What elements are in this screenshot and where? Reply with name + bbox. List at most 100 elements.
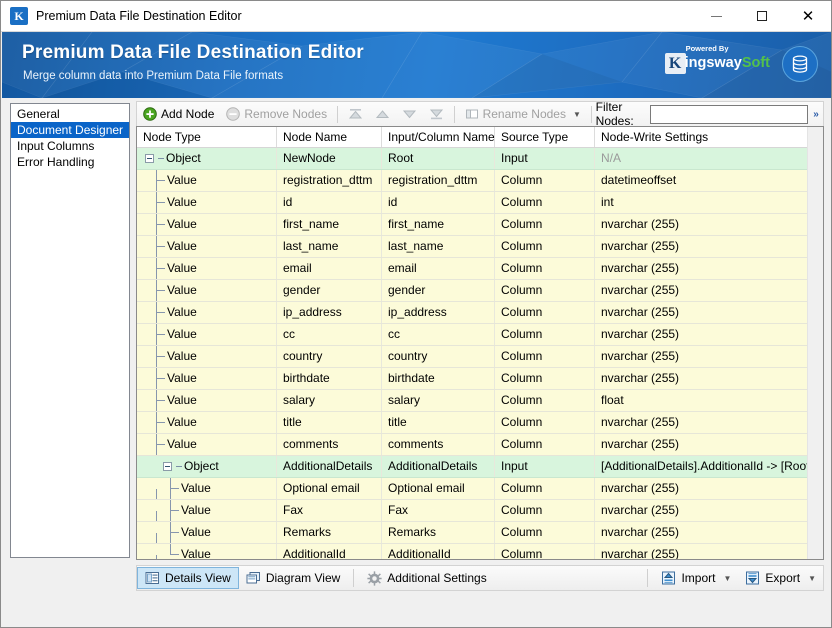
table-row[interactable]: Value Optional email Optional email Column n… (137, 478, 823, 500)
table-row[interactable]: Value ip_address ip_address Column nvarchar … (137, 302, 823, 324)
collapse-expander-icon[interactable] (145, 154, 154, 163)
close-icon[interactable]: ✕ (785, 1, 831, 32)
window-controls: ✕ (693, 1, 831, 32)
table-row[interactable]: Value comments comments Column nvarchar (255… (137, 434, 823, 456)
node-type-label: Value (167, 239, 197, 253)
viewbar-separator-1 (353, 569, 355, 587)
rename-nodes-label: Rename Nodes (482, 107, 566, 121)
cell-source-type: Column (495, 324, 595, 345)
tree-branch-icon (167, 500, 181, 521)
editor-window: K Premium Data File Destination Editor ✕ (0, 0, 832, 628)
table-row[interactable]: Value id id Column int (137, 192, 823, 214)
document-designer-panel: Add Node Remove Nodes Rename Nodes ▼ Fil… (136, 100, 824, 561)
brand-name-soft: Soft (741, 55, 770, 71)
minimize-button[interactable] (693, 1, 739, 32)
cell-node-write-settings: nvarchar (255) (601, 547, 680, 560)
column-header-input-column-name[interactable]: Input/Column Name (382, 127, 495, 147)
cell-node-write-settings: nvarchar (255) (601, 371, 680, 385)
cell-node-write-settings: nvarchar (255) (601, 239, 680, 253)
sidebar-item-general[interactable]: General (11, 106, 129, 122)
filter-nodes-input[interactable] (650, 104, 809, 124)
move-up-icon (375, 110, 389, 118)
powered-by-label: Powered By (685, 44, 729, 53)
cell-node-type: Value (137, 368, 277, 389)
table-row[interactable]: Value AdditionalId AdditionalId Column nvarc… (137, 544, 823, 560)
table-row[interactable]: Value Fax Fax Column nvarchar (255) (137, 500, 823, 522)
rename-icon (465, 109, 478, 119)
node-type-label: Value (167, 283, 197, 297)
table-row[interactable]: Value gender gender Column nvarchar (255) (137, 280, 823, 302)
table-row[interactable]: Value last_name last_name Column nvarchar (2… (137, 236, 823, 258)
tree-branch-icon (153, 258, 167, 279)
cell-input-column-name: email (382, 258, 495, 279)
table-row[interactable]: Value country country Column nvarchar (255) (137, 346, 823, 368)
cell-node-type: Value (137, 434, 277, 455)
table-row[interactable]: Object NewNode Root Input N/A (137, 148, 823, 170)
tree-branch-icon (167, 544, 181, 559)
cell-input-column-name: salary (382, 390, 495, 411)
tree-branch-icon (153, 412, 167, 433)
cell-node-write-settings: nvarchar (255) (601, 437, 680, 451)
rename-nodes-button[interactable]: Rename Nodes ▼ (459, 103, 587, 125)
cell-source-type: Column (495, 346, 595, 367)
column-header-node-name[interactable]: Node Name (277, 127, 382, 147)
additional-settings-button[interactable]: Additional Settings (360, 567, 493, 589)
node-type-label: Value (167, 393, 197, 407)
move-down-button[interactable] (396, 103, 423, 125)
sidebar-item-error-handling[interactable]: Error Handling (11, 154, 129, 170)
tree-branch-icon (153, 214, 167, 235)
node-type-label: Value (167, 349, 197, 363)
table-row[interactable]: Object AdditionalDetails AdditionalDetails… (137, 456, 823, 478)
table-row[interactable]: Value first_name first_name Column nvarchar … (137, 214, 823, 236)
chevron-down-icon: ▼ (572, 109, 581, 119)
cell-node-type: Object (137, 148, 277, 169)
grid-vertical-scrollbar[interactable] (807, 127, 823, 559)
cell-node-type: Value (137, 236, 277, 257)
sidebar-item-input-columns[interactable]: Input Columns (11, 138, 129, 154)
add-node-button[interactable]: Add Node (137, 103, 220, 125)
cell-node-type: Value (137, 192, 277, 213)
cell-node-write-settings: nvarchar (255) (601, 283, 680, 297)
collapse-expander-icon[interactable] (163, 462, 172, 471)
tab-details-view[interactable]: Details View (137, 567, 239, 589)
node-type-label: Value (167, 261, 197, 275)
cell-node-name: AdditionalId (277, 544, 382, 559)
tree-branch-icon (153, 280, 167, 301)
tree-branch-icon (153, 346, 167, 367)
table-row[interactable]: Value birthdate birthdate Column nvarchar (2… (137, 368, 823, 390)
sidebar-item-document-designer[interactable]: Document Designer (11, 122, 129, 138)
table-row[interactable]: Value email email Column nvarchar (255) (137, 258, 823, 280)
settings-nav-list[interactable]: General Document Designer Input Columns … (10, 103, 130, 558)
import-button[interactable]: Import ▼ (654, 567, 738, 589)
node-type-label: Value (181, 525, 211, 539)
column-header-node-write-settings[interactable]: Node-Write Settings (595, 127, 809, 147)
node-type-label: Value (167, 173, 197, 187)
maximize-button[interactable] (739, 1, 785, 32)
table-row[interactable]: Value Remarks Remarks Column nvarchar (255) (137, 522, 823, 544)
table-row[interactable]: Value cc cc Column nvarchar (255) (137, 324, 823, 346)
move-to-bottom-button[interactable] (423, 103, 450, 125)
column-header-node-type[interactable]: Node Type (137, 127, 277, 147)
title-bar: K Premium Data File Destination Editor ✕ (1, 1, 831, 32)
tab-diagram-view[interactable]: Diagram View (239, 567, 347, 589)
cell-input-column-name: birthdate (382, 368, 495, 389)
cell-node-write-settings: N/A (601, 151, 622, 165)
gear-icon (367, 570, 382, 586)
export-button[interactable]: Export ▼ (738, 567, 823, 589)
toolbar-overflow-icon[interactable]: » (810, 103, 822, 126)
table-row[interactable]: Value registration_dttm registration_dttm C… (137, 170, 823, 192)
move-to-top-button[interactable] (342, 103, 369, 125)
move-up-button[interactable] (369, 103, 396, 125)
table-row[interactable]: Value salary salary Column float (137, 390, 823, 412)
table-row[interactable]: Value title title Column nvarchar (255) (137, 412, 823, 434)
tree-branch-icon (167, 522, 181, 543)
node-toolbar: Add Node Remove Nodes Rename Nodes ▼ Fil… (136, 100, 824, 128)
cell-source-type: Column (495, 412, 595, 433)
cell-node-write-settings: nvarchar (255) (601, 415, 680, 429)
import-icon (662, 571, 676, 585)
remove-circle-icon (226, 107, 241, 121)
remove-nodes-button[interactable]: Remove Nodes (220, 103, 333, 125)
node-type-label: Value (167, 371, 197, 385)
tree-branch-icon (153, 368, 167, 389)
column-header-source-type[interactable]: Source Type (495, 127, 595, 147)
